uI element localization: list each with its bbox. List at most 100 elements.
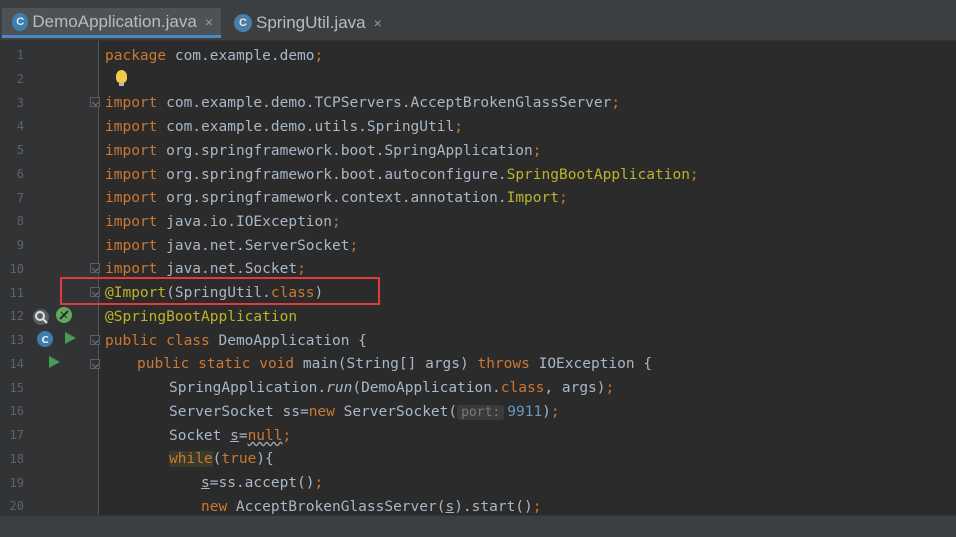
line-number: 19 <box>9 476 24 490</box>
line-number: 11 <box>9 286 24 300</box>
run-icon[interactable] <box>65 332 76 344</box>
code-text: IOException { <box>529 356 653 372</box>
run-icon[interactable] <box>49 356 60 368</box>
highlight-box <box>60 277 380 305</box>
number-literal: 9911 <box>507 404 543 420</box>
line-number: 5 <box>16 143 24 157</box>
import-path: com.example.demo.TCPServers.AcceptBroken… <box>157 95 612 111</box>
code-line-3: import com.example.demo.TCPServers.Accep… <box>105 91 620 115</box>
code-line-9: import java.net.ServerSocket; <box>105 234 358 258</box>
fold-toggle[interactable] <box>90 97 100 107</box>
svg-text:C: C <box>41 335 48 346</box>
tab-demo-application[interactable]: C DemoApplication.java × <box>2 8 221 38</box>
import-path: org.springframework.boot.SpringApplicati… <box>157 143 533 159</box>
line-number: 16 <box>9 404 24 418</box>
code-line-16: ServerSocket ss=new ServerSocket(port: 99… <box>169 400 560 424</box>
close-icon[interactable]: × <box>205 14 213 30</box>
line-number: 18 <box>9 452 24 466</box>
keyword: new <box>201 499 228 515</box>
semicolon: ; <box>550 404 560 420</box>
keyword: import <box>105 95 158 111</box>
semicolon: ; <box>454 119 463 135</box>
variable: s <box>201 475 210 491</box>
keyword: public static void <box>137 356 295 372</box>
semicolon: ; <box>282 428 292 444</box>
tab-label: DemoApplication.java <box>32 11 197 31</box>
line-number: 15 <box>9 381 24 395</box>
import-path: org.springframework.boot.autoconfigure. <box>157 167 507 183</box>
line-number: 14 <box>9 357 24 371</box>
code-line-1: package com.example.demo; <box>105 44 323 68</box>
line-number: 9 <box>16 238 24 252</box>
keyword: import <box>105 119 158 135</box>
line-number: 13 <box>9 333 24 347</box>
code-text: SpringApplication. <box>169 380 327 396</box>
line-number: 3 <box>16 96 24 110</box>
line-number: 7 <box>16 191 24 205</box>
semicolon: ; <box>314 475 324 491</box>
keyword: package <box>105 48 167 64</box>
parameter-hint: port: <box>457 405 505 420</box>
keyword: while <box>169 451 213 467</box>
import-path: org.springframework.context.annotation. <box>157 190 507 206</box>
annotation-class: Import <box>506 190 559 206</box>
code-text: AcceptBrokenGlassServer( <box>227 499 446 515</box>
code-line-6: import org.springframework.boot.autoconf… <box>105 163 699 187</box>
keyword: import <box>105 190 158 206</box>
line-number: 10 <box>9 262 24 276</box>
code-text: ServerSocket ss= <box>169 404 309 420</box>
class-icon[interactable]: C <box>37 331 53 347</box>
import-path: java.io.IOException <box>157 214 332 230</box>
tab-spring-util[interactable]: C SpringUtil.java × <box>224 8 392 38</box>
keyword: import <box>105 261 158 277</box>
class-icon: C <box>234 14 252 32</box>
keyword: import <box>105 143 158 159</box>
fold-toggle[interactable] <box>90 263 100 273</box>
code-line-17: Socket s=null; <box>169 424 291 448</box>
static-method: run <box>326 380 353 396</box>
spring-bean-icon[interactable] <box>56 307 72 323</box>
keyword: import <box>105 167 158 183</box>
semicolon: ; <box>689 167 699 183</box>
code-text: = <box>238 428 248 444</box>
editor-bottom-bar <box>0 515 956 537</box>
code-line-7: import org.springframework.context.annot… <box>105 186 568 210</box>
line-number: 17 <box>9 428 24 442</box>
semicolon: ; <box>349 238 359 254</box>
package-name: com.example.demo <box>166 48 315 64</box>
close-icon[interactable]: × <box>374 15 382 31</box>
code-text: DemoApplication { <box>209 333 367 349</box>
code-text: ServerSocket( <box>334 404 458 420</box>
fold-toggle[interactable] <box>90 359 100 369</box>
code-line-13: public class DemoApplication { <box>105 329 367 353</box>
semicolon: ; <box>558 190 568 206</box>
import-path: java.net.Socket <box>157 261 298 277</box>
code-line-18: while(true){ <box>169 447 274 471</box>
variable: s <box>445 499 455 515</box>
import-path: java.net.ServerSocket <box>157 238 350 254</box>
semicolon: ; <box>532 499 542 515</box>
line-number: 4 <box>16 119 24 133</box>
code-line-5: import org.springframework.boot.SpringAp… <box>105 139 542 163</box>
line-number: 20 <box>9 499 24 513</box>
semicolon: ; <box>297 261 306 277</box>
keyword: throws <box>477 356 530 372</box>
keyword: import <box>105 214 158 230</box>
editor-tab-bar: C DemoApplication.java × C SpringUtil.ja… <box>0 0 956 41</box>
code-text: ) <box>542 404 551 420</box>
code-text: ).start() <box>454 499 533 515</box>
fold-toggle[interactable] <box>90 335 100 345</box>
semicolon: ; <box>605 380 615 396</box>
keyword: import <box>105 238 158 254</box>
search-icon[interactable] <box>33 309 49 325</box>
line-number: 2 <box>16 72 24 86</box>
annotation: @SpringBootApplication <box>105 309 298 325</box>
line-number: 6 <box>16 167 24 181</box>
code-line-19: s=ss.accept(); <box>201 471 323 495</box>
code-line-15: SpringApplication.run(DemoApplication.cl… <box>169 376 614 400</box>
code-text: (DemoApplication. <box>352 380 501 396</box>
import-path: com.example.demo.utils.SpringUtil <box>157 119 455 135</box>
keyword: true <box>221 451 257 467</box>
code-text: Socket <box>169 428 231 444</box>
code-text: , args) <box>544 380 606 396</box>
